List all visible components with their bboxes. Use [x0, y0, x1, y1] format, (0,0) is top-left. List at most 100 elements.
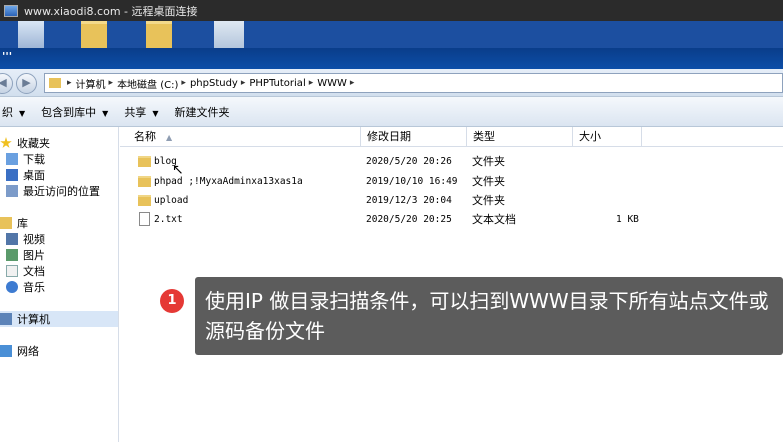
file-row[interactable]: blog 2020/5/20 20:26 文件夹	[130, 152, 690, 171]
nav-videos[interactable]: 视频	[6, 231, 45, 247]
file-size: 1 KB	[616, 214, 639, 225]
chevron-right-icon[interactable]: ▸	[350, 78, 355, 88]
nav-pictures[interactable]: 图片	[6, 247, 45, 263]
nav-libraries[interactable]: 库	[0, 215, 28, 231]
chevron-down-icon: ▼	[102, 108, 109, 118]
address-row: ◀ ▶ ▸ 计算机 ▸ 本地磁盘 (C:) ▸ phpStudy ▸ PHPTu…	[0, 69, 783, 97]
document-icon	[6, 265, 18, 277]
forward-arrow-icon: ▶	[22, 76, 31, 89]
recent-places-icon	[6, 185, 18, 197]
include-in-library-menu[interactable]: 包含到库中 ▼	[41, 104, 108, 120]
nav-downloads-label: 下载	[23, 153, 45, 166]
share-menu[interactable]: 共享 ▼	[124, 104, 158, 120]
column-size[interactable]: 大小	[572, 127, 642, 147]
navigation-pane: 收藏夹 下载 桌面 最近访问的位置 库 视频 图片 文档 音乐 计算机 网络	[0, 127, 119, 442]
nav-documents-label: 文档	[23, 265, 45, 278]
music-icon	[6, 281, 18, 293]
remote-desktop-titlebar: www.xiaodi8.com - 远程桌面连接	[0, 0, 783, 21]
file-name: upload	[154, 195, 189, 206]
file-row[interactable]: 2.txt 2020/5/20 20:25 文本文档 1 KB	[130, 210, 690, 229]
chevron-right-icon[interactable]: ▸	[109, 78, 114, 88]
recycle-bin-icon[interactable]	[18, 21, 44, 48]
include-in-library-label: 包含到库中	[41, 105, 97, 119]
desktop-folder-icon[interactable]	[146, 21, 172, 48]
desktop-folder-icon[interactable]	[81, 21, 107, 48]
chevron-right-icon[interactable]: ▸	[67, 78, 72, 88]
command-bar: 织 ▼ 包含到库中 ▼ 共享 ▼ 新建文件夹	[0, 97, 783, 127]
nav-pictures-label: 图片	[23, 249, 45, 262]
chevron-down-icon: ▼	[19, 108, 26, 118]
caption-text: 使用IP 做目录扫描条件，可以扫到WWW目录下所有站点文件或源码备份文件	[205, 289, 769, 343]
desktop-icon	[6, 169, 18, 181]
breadcrumb-www[interactable]: WWW	[317, 78, 347, 89]
new-folder-button[interactable]: 新建文件夹	[174, 104, 229, 120]
column-name-label: 名称	[134, 130, 156, 143]
organize-menu[interactable]: 织 ▼	[2, 104, 25, 120]
nav-network-label: 网络	[17, 345, 39, 358]
nav-music-label: 音乐	[23, 281, 45, 294]
breadcrumb-phptutorial[interactable]: PHPTutorial	[249, 78, 305, 89]
text-file-icon	[139, 212, 150, 226]
downloads-icon	[6, 153, 18, 165]
nav-favorites-label: 收藏夹	[17, 137, 50, 150]
explorer-titlebar: '''	[0, 48, 783, 69]
back-button[interactable]: ◀	[0, 73, 13, 94]
nav-recent[interactable]: 最近访问的位置	[6, 183, 100, 199]
address-bar[interactable]: ▸ 计算机 ▸ 本地磁盘 (C:) ▸ phpStudy ▸ PHPTutori…	[44, 73, 783, 93]
file-modified: 2019/12/3 20:04	[366, 195, 452, 206]
nav-recent-label: 最近访问的位置	[23, 185, 100, 198]
breadcrumb-computer[interactable]: 计算机	[76, 76, 106, 91]
forward-button[interactable]: ▶	[16, 73, 37, 94]
file-name: 2.txt	[154, 214, 183, 225]
folder-icon	[49, 78, 61, 88]
chevron-down-icon: ▼	[152, 108, 159, 118]
chevron-right-icon[interactable]: ▸	[181, 78, 186, 88]
step-number-badge: 1	[160, 289, 184, 313]
file-modified: 2019/10/10 16:49	[366, 176, 458, 187]
tutorial-caption: 使用IP 做目录扫描条件，可以扫到WWW目录下所有站点文件或源码备份文件	[195, 277, 783, 355]
nav-downloads[interactable]: 下载	[6, 151, 45, 167]
file-type: 文件夹	[472, 175, 505, 188]
computer-icon	[0, 313, 12, 325]
chevron-right-icon[interactable]: ▸	[309, 78, 314, 88]
explorer-title: '''	[2, 50, 13, 63]
column-type[interactable]: 类型	[466, 127, 572, 147]
video-icon	[6, 233, 18, 245]
breadcrumb-local-disk[interactable]: 本地磁盘 (C:)	[117, 76, 178, 91]
nav-videos-label: 视频	[23, 233, 45, 246]
folder-icon	[138, 195, 151, 206]
star-icon	[0, 137, 12, 148]
column-name[interactable]: 名称 ▲	[128, 127, 360, 147]
column-modified[interactable]: 修改日期	[360, 127, 466, 147]
nav-desktop[interactable]: 桌面	[6, 167, 45, 183]
control-panel-icon[interactable]	[214, 21, 244, 48]
network-icon	[0, 345, 12, 357]
library-icon	[0, 217, 12, 229]
nav-music[interactable]: 音乐	[6, 279, 45, 295]
file-list-header: 名称 ▲ 修改日期 类型 大小	[120, 127, 783, 147]
breadcrumb-phpstudy[interactable]: phpStudy	[190, 78, 238, 89]
file-modified: 2020/5/20 20:26	[366, 156, 452, 167]
file-modified: 2020/5/20 20:25	[366, 214, 452, 225]
nav-documents[interactable]: 文档	[6, 263, 45, 279]
nav-desktop-label: 桌面	[23, 169, 45, 182]
file-row[interactable]: phpad ;!MyxaAdminxa13xas1a 2019/10/10 16…	[130, 172, 690, 191]
remote-desktop-title: www.xiaodi8.com - 远程桌面连接	[24, 4, 198, 18]
nav-computer-label: 计算机	[17, 313, 50, 326]
folder-icon	[138, 156, 151, 167]
file-type: 文件夹	[472, 194, 505, 207]
file-row[interactable]: upload 2019/12/3 20:04 文件夹	[130, 191, 690, 210]
folder-icon	[138, 176, 151, 187]
file-type: 文本文档	[472, 213, 516, 226]
chevron-right-icon[interactable]: ▸	[241, 78, 246, 88]
file-type: 文件夹	[472, 155, 505, 168]
picture-icon	[6, 249, 18, 261]
nav-favorites[interactable]: 收藏夹	[0, 135, 50, 151]
nav-libraries-label: 库	[17, 217, 28, 230]
remote-desktop-icon	[4, 4, 18, 17]
nav-computer[interactable]: 计算机	[0, 311, 118, 327]
mouse-cursor-icon: ↖	[172, 162, 184, 178]
sort-ascending-icon: ▲	[166, 133, 173, 142]
nav-network[interactable]: 网络	[0, 343, 39, 359]
organize-label: 织	[2, 105, 13, 119]
